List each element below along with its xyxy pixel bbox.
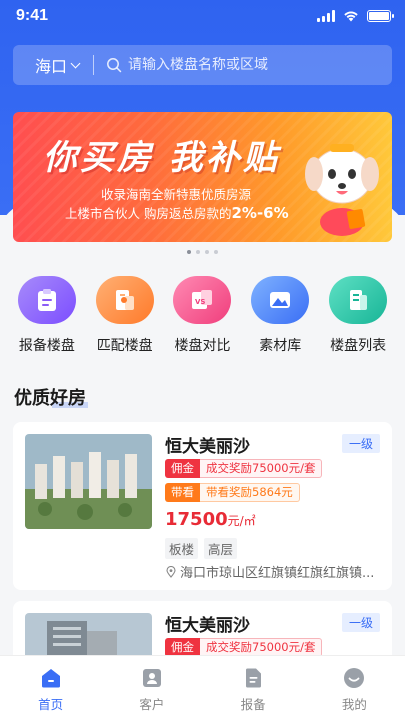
feature-tags: 板楼 高层 <box>165 538 238 559</box>
quick-nav-label: 素材库 <box>259 338 302 354</box>
quick-nav-label: 匹配楼盘 <box>96 338 153 354</box>
search-input-wrapper <box>94 57 392 73</box>
pagination-dot[interactable] <box>196 250 200 254</box>
banner-rebate-percent: 2%-6% <box>231 204 289 222</box>
commission-key: 佣金 <box>165 459 200 478</box>
city-selector[interactable]: 海口 <box>13 53 93 77</box>
address-text: 海口市琼山区红旗镇红旗红旗镇... <box>180 566 375 581</box>
tab-label: 首页 <box>38 697 64 712</box>
profile-icon <box>344 668 365 688</box>
chevron-down-icon <box>70 58 81 68</box>
level-badge: 一级 <box>341 613 380 632</box>
quick-nav: 报备楼盘 匹配楼盘 VS 楼盘对比 素材库 楼盘列表 <box>8 276 397 355</box>
clipboard-icon <box>17 276 76 324</box>
image-library-icon <box>251 276 310 324</box>
battery-icon <box>367 10 394 22</box>
report-icon <box>246 668 262 688</box>
tab-home[interactable]: 首页 <box>0 656 101 720</box>
banner-subtitle: 收录海南全新特惠优质房源 <box>101 187 252 202</box>
listing-name: 恒大美丽沙 <box>165 616 250 636</box>
section-title: 优质好房 <box>14 384 88 410</box>
commission-value: 成交奖励75000元/套 <box>200 459 323 478</box>
status-time: 9:41 <box>16 7 49 24</box>
search-icon <box>107 58 122 73</box>
level-badge: 一级 <box>341 434 380 453</box>
visit-key: 带看 <box>165 483 200 502</box>
tab-label: 客户 <box>139 697 165 712</box>
search-bar: 海口 <box>13 45 392 85</box>
visit-value: 带看奖励5864元 <box>200 483 300 502</box>
tab-customers[interactable]: 客户 <box>101 656 202 720</box>
svg-text:VS: VS <box>195 298 205 306</box>
listing-price: 17500元/㎡ <box>165 509 256 530</box>
wifi-icon <box>344 11 358 22</box>
tab-label: 报备 <box>240 697 266 712</box>
quick-nav-label: 楼盘对比 <box>174 338 231 354</box>
building-list-icon <box>329 276 388 324</box>
tab-label: 我的 <box>341 697 367 712</box>
customer-icon <box>142 669 161 687</box>
quick-nav-match[interactable]: 匹配楼盘 <box>86 276 164 355</box>
banner-title: 你买房 我补贴 <box>43 138 280 178</box>
tab-profile[interactable]: 我的 <box>304 656 405 720</box>
price-value: 17500 <box>165 509 228 530</box>
home-icon <box>41 669 60 688</box>
quick-nav-library[interactable]: 素材库 <box>241 276 319 355</box>
pagination-dot[interactable] <box>205 250 209 254</box>
status-bar: 9:41 <box>0 0 405 34</box>
quick-nav-label: 报备楼盘 <box>18 338 75 354</box>
listing-image <box>25 434 152 529</box>
quick-nav-label: 楼盘列表 <box>330 338 387 354</box>
match-building-icon <box>95 276 154 324</box>
visit-tag: 带看 带看奖励5864元 <box>165 483 300 502</box>
feature-tag: 板楼 <box>165 538 199 559</box>
search-input[interactable] <box>128 57 392 73</box>
city-label: 海口 <box>35 57 68 76</box>
tab-report[interactable]: 报备 <box>203 656 304 720</box>
banner-rebate-prefix: 上楼市合伙人 购房返总房款的 <box>65 206 232 221</box>
listing-address: 海口市琼山区红旗镇红旗红旗镇... <box>165 562 374 581</box>
quick-nav-list[interactable]: 楼盘列表 <box>319 276 397 355</box>
bottom-tab-bar: 首页 客户 报备 我的 <box>0 655 405 720</box>
listing-card[interactable]: 恒大美丽沙 一级 佣金 成交奖励75000元/套 带看 带看奖励5864元 17… <box>13 422 392 590</box>
promo-banner[interactable]: 你买房 我补贴 收录海南全新特惠优质房源 上楼市合伙人 购房返总房款的2%-6% <box>13 112 392 242</box>
quick-nav-compare[interactable]: VS 楼盘对比 <box>164 276 242 355</box>
pagination-dot[interactable] <box>187 250 191 254</box>
quick-nav-report[interactable]: 报备楼盘 <box>8 276 86 355</box>
dog-mascot-icon <box>305 144 379 236</box>
cellular-signal-icon <box>317 10 335 22</box>
pagination-dot[interactable] <box>214 250 218 254</box>
status-icons <box>317 10 394 22</box>
feature-tag: 高层 <box>204 538 238 559</box>
commission-tag: 佣金 成交奖励75000元/套 <box>165 459 323 478</box>
compare-icon: VS <box>173 276 232 324</box>
banner-rebate-text: 上楼市合伙人 购房返总房款的2%-6% <box>65 203 289 222</box>
location-pin-icon <box>166 565 176 578</box>
listing-name: 恒大美丽沙 <box>165 437 250 457</box>
banner-pagination <box>0 250 405 254</box>
price-unit: 元/㎡ <box>227 514 256 528</box>
